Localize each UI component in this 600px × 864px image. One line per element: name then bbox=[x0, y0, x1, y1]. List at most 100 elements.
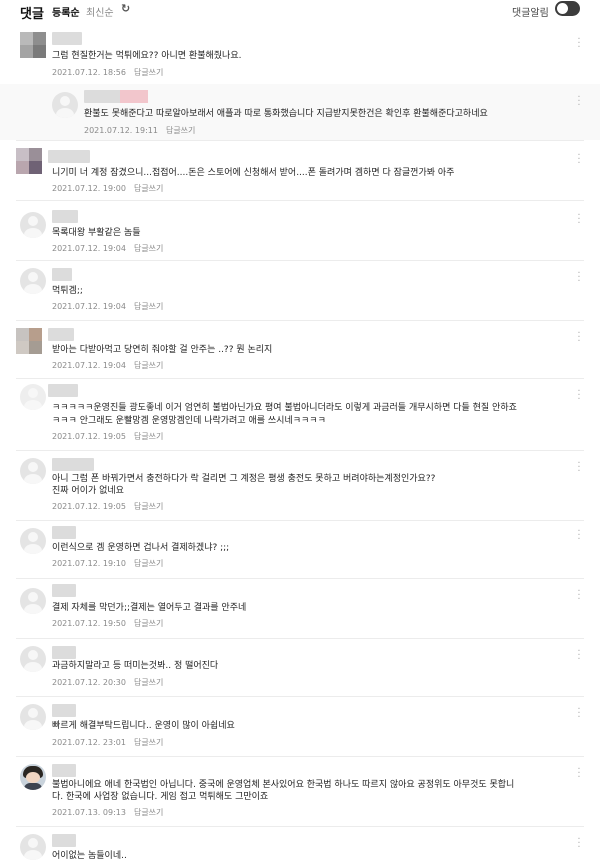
reply-button[interactable]: 답글쓰기 bbox=[134, 184, 163, 193]
comments-title: 댓글 bbox=[20, 7, 44, 22]
reply-button[interactable]: 답글쓰기 bbox=[134, 678, 163, 687]
avatar[interactable] bbox=[20, 212, 46, 238]
more-options-icon[interactable]: · · · bbox=[576, 705, 582, 723]
reply-button[interactable]: 답글쓰기 bbox=[134, 302, 163, 311]
comment-meta: 2021.07.12. 18:56 답글쓰기 bbox=[52, 67, 163, 78]
comment-text: 환불도 못해준다고 따로알아보래서 애플과 따로 통화했습니다 지급받지못한건은… bbox=[84, 109, 488, 119]
nickname-redacted[interactable] bbox=[48, 384, 78, 397]
comment-text: 니기미 너 계정 잠겼으니...접접어....돈은 스토어에 신청해서 받어..… bbox=[52, 168, 455, 178]
more-options-icon[interactable]: · · · bbox=[576, 93, 582, 111]
comment-item: 그럼 현질한거는 먹튀에요?? 아니면 환불해줬나요. 2021.07.12. … bbox=[0, 28, 600, 80]
reply-button[interactable]: 답글쓰기 bbox=[134, 502, 163, 511]
comment-meta: 2021.07.12. 19:04 답글쓰기 bbox=[52, 301, 163, 312]
reply-button[interactable]: 답글쓰기 bbox=[134, 244, 163, 253]
comment-item: 받아는 다받아먹고 당연히 줘야할 걸 안주는 ..?? 뭔 논리지 2021.… bbox=[0, 320, 600, 378]
nickname-redacted[interactable] bbox=[52, 704, 76, 717]
more-options-icon[interactable]: · · · bbox=[576, 765, 582, 783]
comment-text: 그럼 현질한거는 먹튀에요?? 아니면 환불해줬나요. bbox=[52, 51, 242, 61]
avatar[interactable] bbox=[20, 834, 46, 860]
comment-date: 2021.07.12. 19:05 bbox=[52, 502, 126, 511]
avatar[interactable] bbox=[16, 148, 42, 174]
nickname-redacted[interactable] bbox=[84, 90, 148, 103]
comment-date: 2021.07.12. 20:30 bbox=[52, 678, 126, 687]
sort-registered-tab[interactable]: 등록순 bbox=[52, 4, 80, 19]
avatar[interactable] bbox=[20, 764, 46, 790]
more-options-icon[interactable]: · · · bbox=[576, 587, 582, 605]
more-options-icon[interactable]: · · · bbox=[576, 151, 582, 169]
more-options-icon[interactable]: · · · bbox=[576, 647, 582, 665]
nickname-redacted[interactable] bbox=[48, 150, 90, 163]
comment-item: 과금하지말라고 등 떠미는것봐.. 정 떨어진다 2021.07.12. 20:… bbox=[0, 638, 600, 696]
more-options-icon[interactable]: · · · bbox=[576, 527, 582, 545]
avatar[interactable] bbox=[20, 384, 46, 410]
comment-text: 어이없는 놈들이네.. bbox=[52, 851, 127, 861]
comment-meta: 2021.07.12. 19:04 답글쓰기 bbox=[52, 243, 163, 254]
avatar[interactable] bbox=[20, 704, 46, 730]
comment-meta: 2021.07.12. 19:04 답글쓰기 bbox=[52, 360, 163, 371]
nickname-redacted[interactable] bbox=[52, 584, 76, 597]
more-options-icon[interactable]: · · · bbox=[576, 269, 582, 287]
comment-date: 2021.07.12. 19:50 bbox=[52, 619, 126, 628]
avatar[interactable] bbox=[20, 32, 46, 58]
more-options-icon[interactable]: · · · bbox=[576, 387, 582, 405]
nickname-redacted[interactable] bbox=[52, 458, 94, 471]
comment-item: 목록대왕 부활같은 놈들 2021.07.12. 19:04 답글쓰기 · · · bbox=[0, 200, 600, 260]
reply-item: 환불도 못해준다고 따로알아보래서 애플과 따로 통화했습니다 지급받지못한건은… bbox=[0, 84, 600, 140]
reply-button[interactable]: 답글쓰기 bbox=[166, 126, 195, 135]
comment-text-line-1: 아니 그럼 폰 바꿔가면서 충전하다가 락 걸리면 그 계정은 평생 충전도 못… bbox=[52, 474, 436, 484]
nickname-redacted[interactable] bbox=[52, 764, 76, 777]
comment-text-line-2: 다. 한국에 사업장 없습니다. 게임 접고 먹튀해도 그만이죠 bbox=[52, 792, 269, 802]
comment-meta: 2021.07.12. 19:05 답글쓰기 bbox=[52, 431, 163, 442]
comment-meta: 2021.07.12. 23:01 답글쓰기 bbox=[52, 737, 163, 748]
nickname-redacted[interactable] bbox=[52, 526, 76, 539]
reply-button[interactable]: 답글쓰기 bbox=[134, 361, 163, 370]
reply-button[interactable]: 답글쓰기 bbox=[134, 559, 163, 568]
more-options-icon[interactable]: · · · bbox=[576, 211, 582, 229]
comment-date: 2021.07.12. 19:11 bbox=[84, 126, 158, 135]
comment-date: 2021.07.13. 09:13 bbox=[52, 808, 126, 817]
nickname-redacted[interactable] bbox=[52, 32, 82, 45]
nickname-redacted[interactable] bbox=[48, 328, 74, 341]
avatar[interactable] bbox=[20, 646, 46, 672]
reply-button[interactable]: 답글쓰기 bbox=[134, 738, 163, 747]
avatar[interactable] bbox=[16, 328, 42, 354]
comment-meta: 2021.07.12. 19:00 답글쓰기 bbox=[52, 183, 163, 194]
more-options-icon[interactable]: · · · bbox=[576, 835, 582, 853]
comment-meta: 2021.07.12. 19:50 답글쓰기 bbox=[52, 618, 163, 629]
reply-button[interactable]: 답글쓰기 bbox=[134, 619, 163, 628]
comment-text: 결제 자체를 막던가;;결제는 열어두고 결과를 안주네 bbox=[52, 603, 247, 613]
reply-button[interactable]: 답글쓰기 bbox=[134, 808, 163, 817]
avatar[interactable] bbox=[20, 528, 46, 554]
comment-text: 이런식으로 겜 운영하면 겁나서 결제하겠냐? ;;; bbox=[52, 543, 230, 553]
comment-text: 목록대왕 부활같은 놈들 bbox=[52, 228, 141, 238]
comment-date: 2021.07.12. 19:10 bbox=[52, 559, 126, 568]
avatar[interactable] bbox=[20, 458, 46, 484]
comment-text-line-2: ㅋㅋㅋ 안그래도 운빨망겜 운영망겜인데 나락가려고 애를 쓰시네ㅋㅋㅋㅋ bbox=[52, 416, 326, 426]
comment-meta: 2021.07.12. 19:10 답글쓰기 bbox=[52, 558, 163, 569]
comment-date: 2021.07.12. 19:04 bbox=[52, 361, 126, 370]
more-options-icon[interactable]: · · · bbox=[576, 329, 582, 347]
comment-date: 2021.07.12. 19:04 bbox=[52, 302, 126, 311]
comment-date: 2021.07.12. 23:01 bbox=[52, 738, 126, 747]
reply-button[interactable]: 답글쓰기 bbox=[134, 432, 163, 441]
nickname-redacted[interactable] bbox=[52, 210, 78, 223]
more-options-icon[interactable]: · · · bbox=[576, 459, 582, 477]
comment-text: 과금하지말라고 등 떠미는것봐.. 정 떨어진다 bbox=[52, 661, 219, 671]
comment-alarm-toggle[interactable] bbox=[555, 1, 580, 16]
more-options-icon[interactable]: · · · bbox=[576, 35, 582, 53]
sort-latest-tab[interactable]: 최신순 bbox=[86, 4, 114, 19]
comment-text-line-1: ㅋㅋㅋㅋㅋ운영진들 광도좋네 이거 엄연히 불법아닌가요 평여 불법아니더라도 … bbox=[52, 403, 517, 413]
comment-meta: 2021.07.12. 19:05 답글쓰기 bbox=[52, 501, 163, 512]
avatar[interactable] bbox=[20, 268, 46, 294]
comment-item: 먹튀겜;; 2021.07.12. 19:04 답글쓰기 · · · bbox=[0, 260, 600, 320]
refresh-icon[interactable]: ↻ bbox=[121, 2, 130, 15]
avatar[interactable] bbox=[52, 92, 78, 118]
nickname-redacted[interactable] bbox=[52, 834, 76, 847]
nickname-redacted[interactable] bbox=[52, 646, 76, 659]
comment-text: 먹튀겜;; bbox=[52, 286, 83, 296]
comment-text: 받아는 다받아먹고 당연히 줘야할 걸 안주는 ..?? 뭔 논리지 bbox=[52, 345, 273, 355]
comment-item: 불법아니에요 애네 한국법인 아닙니다. 중국에 운영업체 본사있어요 한국법 … bbox=[0, 756, 600, 826]
reply-button[interactable]: 답글쓰기 bbox=[134, 68, 163, 77]
avatar[interactable] bbox=[20, 588, 46, 614]
nickname-redacted[interactable] bbox=[52, 268, 72, 281]
